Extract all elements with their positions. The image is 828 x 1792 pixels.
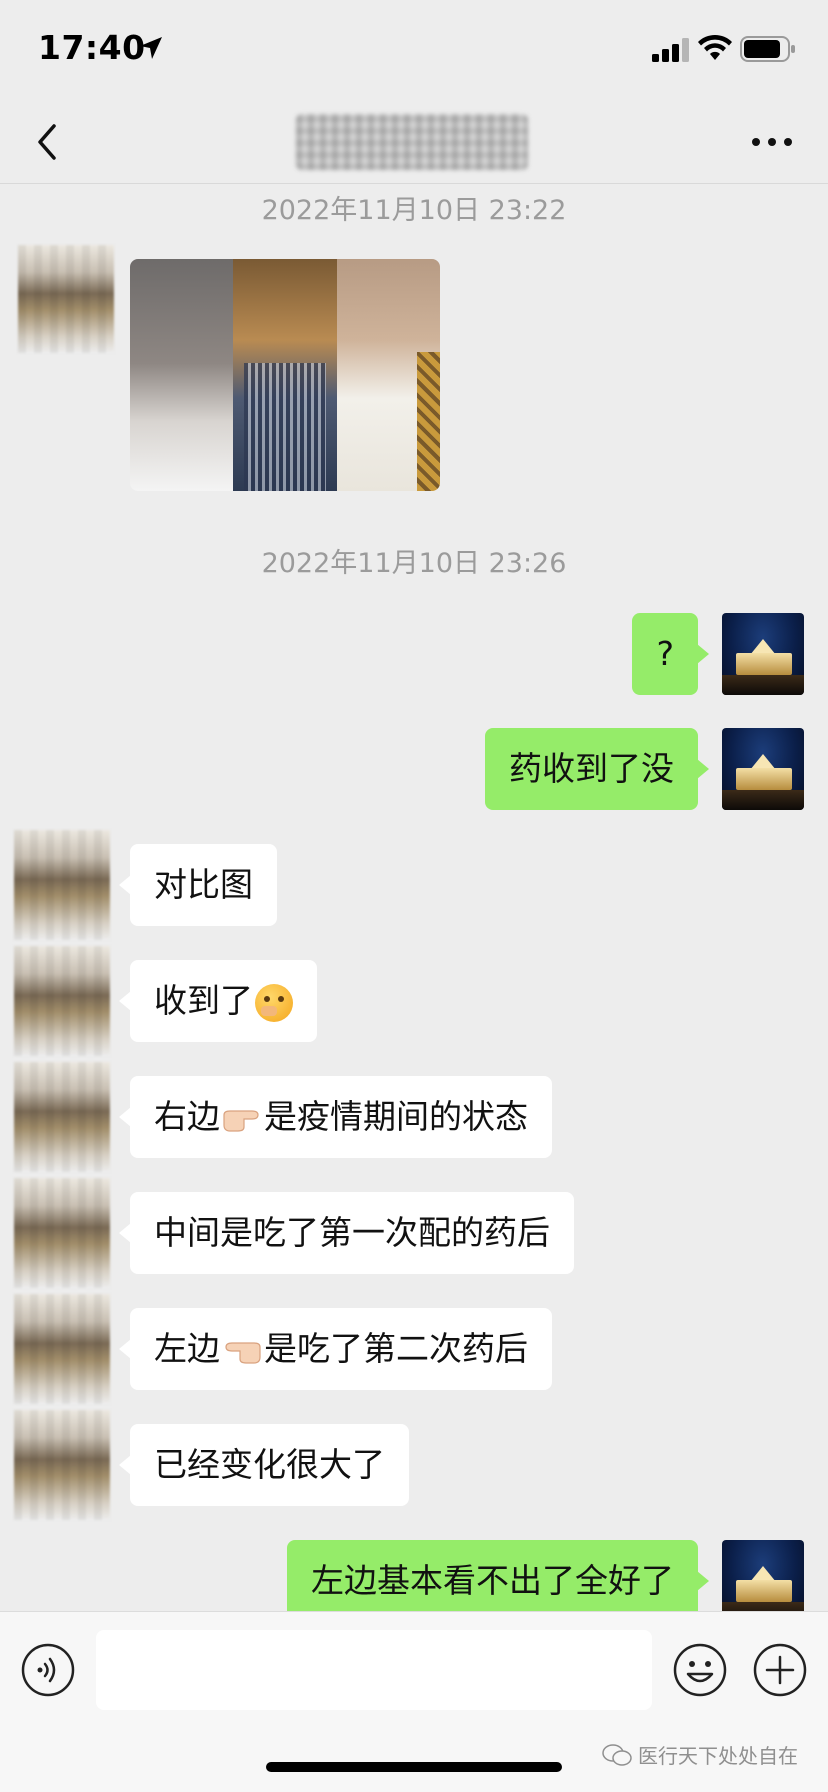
message-input[interactable] xyxy=(96,1630,652,1710)
contact-avatar[interactable] xyxy=(14,830,110,940)
contact-avatar[interactable] xyxy=(14,1178,110,1288)
contact-avatar[interactable] xyxy=(14,1294,110,1404)
message-text: ? xyxy=(656,634,674,673)
message-text: 收到了 xyxy=(154,981,253,1020)
location-arrow-icon xyxy=(140,37,162,59)
received-message[interactable]: 中间是吃了第一次配的药后 xyxy=(119,1192,574,1274)
status-time: 17:40 xyxy=(38,28,146,67)
voice-icon[interactable] xyxy=(20,1642,76,1698)
signal-icon xyxy=(652,38,689,62)
message-text: 对比图 xyxy=(154,865,253,904)
received-message[interactable]: 左边 是吃了第二次药后 xyxy=(119,1308,552,1390)
received-message[interactable]: 右边 是疫情期间的状态 xyxy=(119,1076,552,1158)
chat-header xyxy=(0,100,828,184)
pointing-left-emoji xyxy=(225,1341,261,1364)
received-message[interactable]: 已经变化很大了 xyxy=(119,1424,409,1506)
sent-message[interactable]: 左边基本看不出了全好了 xyxy=(287,1540,709,1622)
message-text: 左边基本看不出了全好了 xyxy=(311,1561,674,1600)
wifi-icon xyxy=(698,34,732,60)
sent-message[interactable]: ? xyxy=(632,613,709,695)
photo-left xyxy=(130,259,234,491)
image-message[interactable] xyxy=(130,259,440,491)
wechat-icon xyxy=(602,1743,632,1766)
battery-icon xyxy=(740,36,795,62)
message-text-before: 右边 xyxy=(154,1097,220,1136)
contact-avatar[interactable] xyxy=(14,1062,110,1172)
my-avatar[interactable] xyxy=(722,728,804,810)
message-text-after: 是吃了第二次药后 xyxy=(264,1329,528,1368)
contact-avatar[interactable] xyxy=(14,1410,110,1520)
photo-right xyxy=(336,259,440,491)
watermark-text: 医行天下处处自在 xyxy=(638,1744,798,1768)
sent-message[interactable]: 药收到了没 xyxy=(485,728,709,810)
contact-avatar[interactable] xyxy=(18,245,114,353)
emoji-icon[interactable] xyxy=(672,1642,728,1698)
message-timestamp: 2022年11月10日 23:26 xyxy=(261,548,567,579)
chevron-left-icon[interactable] xyxy=(28,118,68,166)
watermark: 医行天下处处自在 xyxy=(602,1740,798,1769)
message-text: 药收到了没 xyxy=(509,749,674,788)
thinking-face-emoji xyxy=(255,983,293,1022)
contact-avatar[interactable] xyxy=(14,946,110,1056)
plus-icon[interactable] xyxy=(752,1642,808,1698)
message-text: 中间是吃了第一次配的药后 xyxy=(154,1213,550,1252)
status-bar: 17:40 xyxy=(0,0,828,100)
photo-middle xyxy=(233,259,337,491)
received-message[interactable]: 收到了 xyxy=(119,960,317,1042)
pointing-right-emoji xyxy=(223,1109,259,1132)
my-avatar[interactable] xyxy=(722,613,804,695)
message-timestamp: 2022年11月10日 23:22 xyxy=(261,195,567,226)
message-text-before: 左边 xyxy=(154,1329,220,1368)
home-indicator xyxy=(266,1762,562,1772)
message-text: 已经变化很大了 xyxy=(154,1445,385,1484)
more-dots-icon[interactable] xyxy=(746,124,798,160)
message-text-after: 是疫情期间的状态 xyxy=(264,1097,528,1136)
received-message[interactable]: 对比图 xyxy=(119,844,277,926)
chat-title-redacted xyxy=(296,114,528,170)
my-avatar[interactable] xyxy=(722,1540,804,1622)
